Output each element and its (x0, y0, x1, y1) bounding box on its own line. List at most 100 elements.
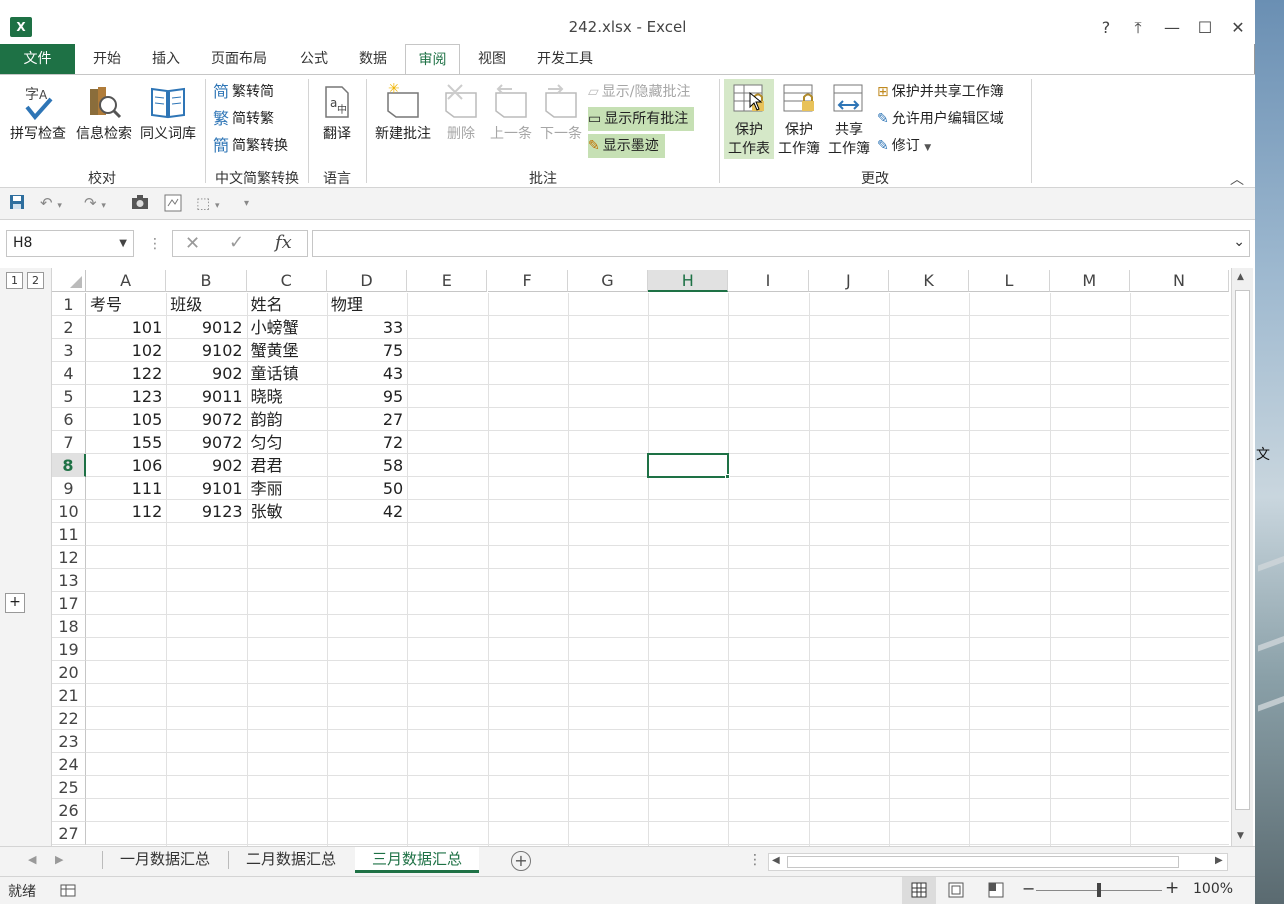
cell-d6[interactable]: 27 (327, 408, 407, 431)
row-header-21[interactable]: 21 (52, 684, 86, 707)
cell-d2[interactable]: 33 (327, 316, 407, 339)
scroll-sheets-right-icon[interactable]: ▶ (55, 853, 63, 866)
column-header-c[interactable]: C (246, 270, 327, 292)
row-header-25[interactable]: 25 (52, 776, 86, 799)
row-header-11[interactable]: 11 (52, 523, 86, 546)
cell-c6[interactable]: 韵韵 (247, 408, 327, 431)
help-button[interactable]: ? (1096, 18, 1116, 37)
add-sheet-icon[interactable]: + (511, 851, 531, 871)
cell-d8[interactable]: 58 (327, 454, 407, 477)
show-all-comments-button[interactable]: ▭ 显示所有批注 (588, 107, 695, 131)
vertical-scroll-thumb[interactable] (1235, 290, 1250, 810)
vertical-scrollbar[interactable]: ▲ ▼ (1231, 268, 1253, 846)
cell-c10[interactable]: 张敏 (247, 500, 327, 523)
tab-review[interactable]: 审阅 (405, 44, 460, 75)
outline-level-1-button[interactable]: 1 (6, 272, 23, 289)
collapse-ribbon-icon[interactable]: ︿ (1230, 169, 1244, 189)
tab-page-layout[interactable]: 页面布局 (200, 44, 278, 75)
row-header-24[interactable]: 24 (52, 753, 86, 776)
column-header-g[interactable]: G (567, 270, 649, 292)
scroll-down-icon[interactable]: ▼ (1237, 831, 1244, 841)
scroll-up-icon[interactable]: ▲ (1237, 272, 1244, 282)
share-workbook-button[interactable]: 共享 工作簿 (826, 79, 872, 159)
cell-b2[interactable]: 9012 (166, 316, 246, 339)
zoom-out-button[interactable]: − (1022, 879, 1035, 898)
cell-d3[interactable]: 75 (327, 339, 407, 362)
cell-d5[interactable]: 95 (327, 385, 407, 408)
cell-d10[interactable]: 42 (327, 500, 407, 523)
new-comment-button[interactable]: ✳ 新建批注 (370, 83, 436, 144)
outline-level-2-button[interactable]: 2 (27, 272, 44, 289)
select-all-corner[interactable] (52, 270, 86, 292)
row-header-4[interactable]: 4 (52, 362, 86, 385)
row-header-18[interactable]: 18 (52, 615, 86, 638)
cell-a3[interactable]: 102 (86, 339, 166, 362)
thesaurus-button[interactable]: 同义词库 (136, 83, 200, 144)
chinese-convert-button[interactable]: 簡简繁转换 (213, 134, 288, 158)
column-header-n[interactable]: N (1129, 270, 1229, 292)
cell-b10[interactable]: 9123 (166, 500, 246, 523)
track-changes-button[interactable]: ✎ 修订 ▼ (877, 134, 931, 158)
more-options-icon[interactable]: ⋮ (148, 236, 162, 252)
chevron-down-icon[interactable]: ▼ (119, 231, 127, 256)
tab-formulas[interactable]: 公式 (288, 44, 340, 75)
customize-qat-icon[interactable]: ▾ (244, 198, 249, 209)
form-icon[interactable] (164, 194, 182, 216)
cell-a9[interactable]: 111 (86, 477, 166, 500)
tab-home[interactable]: 开始 (80, 44, 134, 75)
cell-a5[interactable]: 123 (86, 385, 166, 408)
cell-a4[interactable]: 122 (86, 362, 166, 385)
previous-comment-button[interactable]: 上一条 (486, 83, 536, 144)
simp-to-trad-button[interactable]: 繁简转繁 (213, 107, 274, 131)
zoom-slider-handle[interactable] (1097, 883, 1101, 897)
translate-button[interactable]: a 中 翻译 (314, 83, 360, 144)
cell-d9[interactable]: 50 (327, 477, 407, 500)
tab-view[interactable]: 视图 (466, 44, 518, 75)
horizontal-scroll-thumb[interactable] (787, 856, 1179, 868)
cell-b7[interactable]: 9072 (166, 431, 246, 454)
zoom-in-button[interactable]: + (1165, 878, 1179, 898)
worksheet-grid[interactable]: 1 2 + ABCDEFGHIJKLMN 1 2 3 4 5 6 7 8 9 10 11 12 13 17… (0, 268, 1255, 846)
row-header-20[interactable]: 20 (52, 661, 86, 684)
protect-workbook-button[interactable]: 保护 工作簿 (776, 79, 822, 159)
tab-data[interactable]: 数据 (347, 44, 399, 75)
allow-edit-ranges-button[interactable]: ✎ 允许用户编辑区域 (877, 107, 1004, 131)
row-header-13[interactable]: 13 (52, 569, 86, 592)
row-header-12[interactable]: 12 (52, 546, 86, 569)
cell-d4[interactable]: 43 (327, 362, 407, 385)
scroll-right-icon[interactable]: ▶ (1215, 855, 1223, 866)
maximize-button[interactable]: ☐ (1195, 18, 1215, 37)
cell-c1[interactable]: 姓名 (247, 293, 327, 316)
fill-handle[interactable] (725, 474, 731, 479)
spell-check-button[interactable]: 字 A 拼写检查 (6, 83, 70, 144)
cell-b3[interactable]: 9102 (166, 339, 246, 362)
redo-icon[interactable]: ↷ ▾ (84, 194, 106, 212)
row-header-19[interactable]: 19 (52, 638, 86, 661)
delete-comment-button[interactable]: 删除 (438, 83, 484, 144)
column-header-j[interactable]: J (808, 270, 889, 292)
row-header-8[interactable]: 8 (52, 454, 86, 477)
select-objects-icon[interactable]: ⬚ ▾ (196, 194, 219, 212)
cell-d1[interactable]: 物理 (327, 293, 407, 316)
save-icon[interactable] (9, 194, 25, 214)
active-cell-h8[interactable] (647, 453, 730, 478)
protect-sheet-button[interactable]: 保护 工作表 (724, 79, 774, 159)
page-layout-view-icon[interactable] (948, 882, 964, 902)
tab-file[interactable]: 文件 (0, 44, 75, 75)
cell-b9[interactable]: 9101 (166, 477, 246, 500)
enter-icon[interactable]: ✓ (229, 232, 244, 253)
ribbon-display-options-button[interactable]: ⤒ (1128, 18, 1148, 38)
minimize-button[interactable]: — (1162, 18, 1182, 37)
horizontal-scrollbar[interactable]: ◀ ▶ (768, 853, 1228, 871)
row-header-9[interactable]: 9 (52, 477, 86, 500)
name-box[interactable]: H8 ▼ (6, 230, 134, 257)
column-header-d[interactable]: D (326, 270, 408, 292)
trad-to-simp-button[interactable]: 简繁转简 (213, 80, 274, 104)
row-header-22[interactable]: 22 (52, 707, 86, 730)
protect-and-share-button[interactable]: ⊞ 保护并共享工作簿 (877, 80, 1004, 104)
sheet-tab-3[interactable]: 三月数据汇总 (355, 847, 479, 873)
cell-c3[interactable]: 蟹黄堡 (247, 339, 327, 362)
research-button[interactable]: 信息检索 (72, 83, 136, 144)
row-header-27[interactable]: 27 (52, 822, 86, 845)
row-header-1[interactable]: 1 (52, 293, 86, 316)
